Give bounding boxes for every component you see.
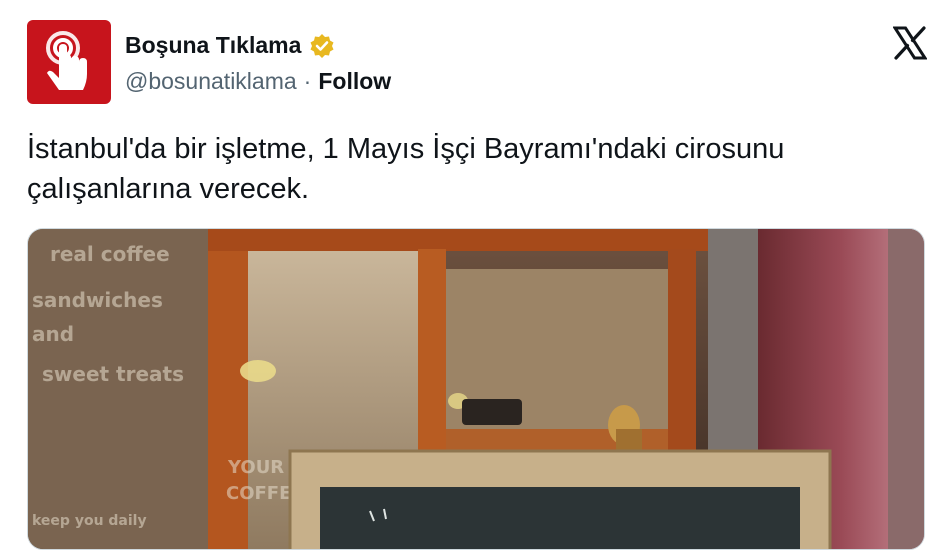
account-name[interactable]: Boşuna Tıklama	[125, 32, 301, 59]
x-logo-icon[interactable]	[893, 26, 927, 60]
tweet-text: İstanbul'da bir işletme, 1 Mayıs İşçi Ba…	[27, 133, 785, 205]
hand-pointer-icon	[46, 31, 87, 90]
window-text-3: and	[32, 322, 74, 346]
tweet-header: Boşuna Tıklama @bosunatiklama · Follow	[27, 20, 927, 106]
window-text-5: YOUR	[227, 457, 284, 478]
follow-button[interactable]: Follow	[318, 68, 391, 95]
avatar[interactable]	[27, 20, 111, 104]
window-text-2: sandwiches	[32, 288, 163, 312]
window-text-1: real coffee	[50, 242, 170, 266]
tweet-photo[interactable]: real coffee sandwiches and sweet treats …	[27, 228, 925, 550]
verified-badge-icon	[310, 33, 334, 58]
cafe-storefront-photo: real coffee sandwiches and sweet treats …	[28, 229, 924, 549]
account-handle[interactable]: @bosunatiklama	[125, 68, 297, 95]
separator-dot: ·	[303, 68, 312, 94]
window-text-7: keep you daily	[32, 513, 147, 529]
window-text-4: sweet treats	[42, 362, 184, 386]
